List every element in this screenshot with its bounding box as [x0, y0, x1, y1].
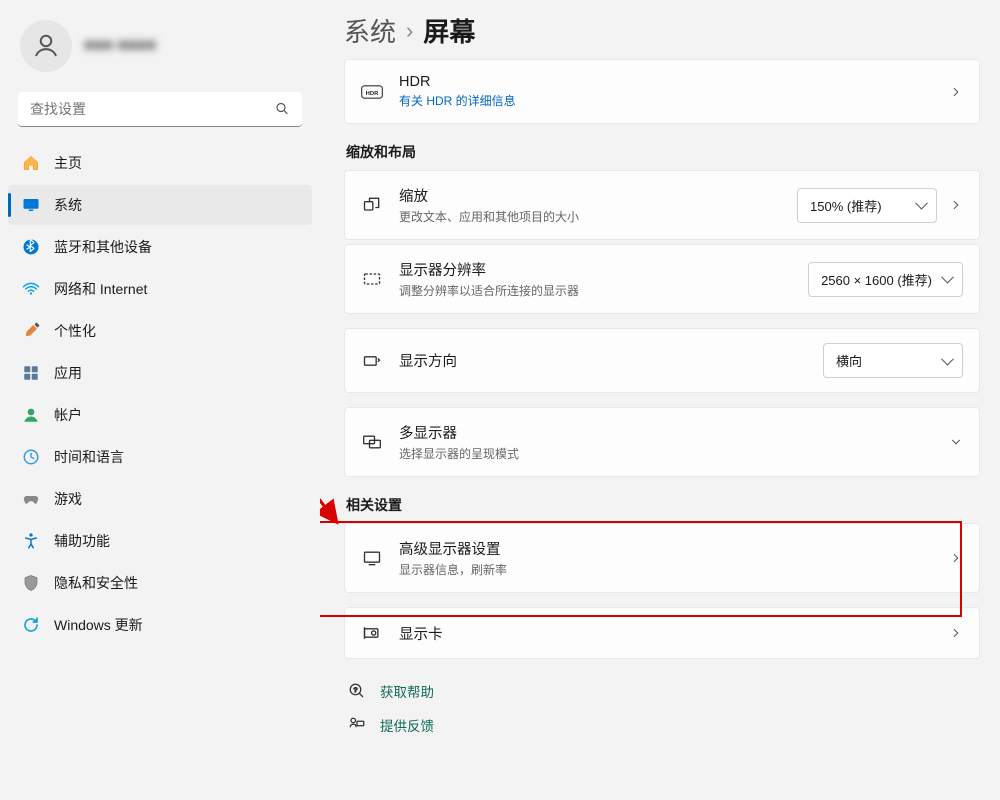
link-feedback[interactable]: 提供反馈: [348, 715, 980, 735]
nav-accounts[interactable]: 帐户: [8, 395, 312, 435]
main-content: 系统 › 屏幕 HDR HDR 有关 HDR 的详细信息 缩放和布局 缩放 更改…: [320, 0, 1000, 800]
gaming-icon: [22, 490, 40, 508]
svg-text:?: ?: [354, 687, 358, 694]
nav-label: 主页: [54, 153, 82, 173]
search-input[interactable]: [18, 92, 302, 127]
breadcrumb-parent[interactable]: 系统: [344, 12, 396, 49]
svg-text:HDR: HDR: [366, 90, 379, 96]
multi-display-icon: [361, 431, 383, 453]
nav-network[interactable]: 网络和 Internet: [8, 269, 312, 309]
nav-list: 主页 系统 蓝牙和其他设备 网络和 Internet 个性化 应用 帐户 时间: [8, 143, 312, 645]
nav-gaming[interactable]: 游戏: [8, 479, 312, 519]
nav-label: 个性化: [54, 321, 96, 341]
nav-accessibility[interactable]: 辅助功能: [8, 521, 312, 561]
section-related: 相关设置: [346, 495, 980, 515]
orientation-dropdown[interactable]: 横向: [823, 343, 963, 378]
nav-label: 网络和 Internet: [54, 279, 147, 299]
footer-links: ? 获取帮助 提供反馈: [344, 681, 980, 735]
card-orientation[interactable]: 显示方向 横向: [344, 328, 980, 393]
search-icon: [274, 100, 290, 119]
brush-icon: [22, 322, 40, 340]
nav-bluetooth[interactable]: 蓝牙和其他设备: [8, 227, 312, 267]
graphics-icon: [361, 622, 383, 644]
card-title: 显示方向: [399, 350, 807, 371]
system-icon: [22, 196, 40, 214]
card-title: 高级显示器设置: [399, 538, 933, 559]
card-advanced-display[interactable]: 高级显示器设置 显示器信息，刷新率: [344, 523, 980, 593]
link-label: 获取帮助: [380, 681, 434, 701]
feedback-icon: [348, 716, 366, 734]
card-title: 显示器分辨率: [399, 259, 792, 280]
accessibility-icon: [22, 532, 40, 550]
card-title: 缩放: [399, 185, 781, 206]
orientation-icon: [361, 350, 383, 372]
card-multi-display[interactable]: 多显示器 选择显示器的呈现模式: [344, 407, 980, 477]
search-container: [18, 92, 302, 127]
card-graphics[interactable]: 显示卡: [344, 607, 980, 659]
nav-label: 辅助功能: [54, 531, 110, 551]
time-icon: [22, 448, 40, 466]
card-subtitle: 显示器信息，刷新率: [399, 561, 933, 578]
card-title: HDR: [399, 74, 933, 90]
section-scale-layout: 缩放和布局: [346, 142, 980, 162]
chevron-down-icon: [949, 435, 963, 449]
nav-apps[interactable]: 应用: [8, 353, 312, 393]
hdr-icon: HDR: [361, 81, 383, 103]
nav-label: 游戏: [54, 489, 82, 509]
card-subtitle: 选择显示器的呈现模式: [399, 445, 933, 462]
nav-label: 隐私和安全性: [54, 573, 138, 593]
chevron-right-icon: [949, 626, 963, 640]
scale-icon: [361, 194, 383, 216]
breadcrumb-separator: ›: [406, 18, 413, 44]
chevron-right-icon: [949, 85, 963, 99]
wifi-icon: [22, 280, 40, 298]
link-get-help[interactable]: ? 获取帮助: [348, 681, 980, 701]
bluetooth-icon: [22, 238, 40, 256]
link-label: 提供反馈: [380, 715, 434, 735]
chevron-right-icon: [949, 198, 963, 212]
nav-personalization[interactable]: 个性化: [8, 311, 312, 351]
privacy-icon: [22, 574, 40, 592]
scale-dropdown[interactable]: 150% (推荐): [797, 188, 937, 223]
nav-label: 帐户: [54, 405, 82, 425]
resolution-icon: [361, 268, 383, 290]
card-subtitle: 调整分辨率以适合所连接的显示器: [399, 282, 792, 299]
card-scale[interactable]: 缩放 更改文本、应用和其他项目的大小 150% (推荐): [344, 170, 980, 240]
hdr-link[interactable]: 有关 HDR 的详细信息: [399, 92, 933, 109]
nav-time-language[interactable]: 时间和语言: [8, 437, 312, 477]
nav-label: 系统: [54, 195, 82, 215]
monitor-icon: [361, 547, 383, 569]
nav-label: Windows 更新: [54, 615, 143, 635]
breadcrumb-current: 屏幕: [423, 12, 475, 49]
account-icon: [22, 406, 40, 424]
nav-privacy[interactable]: 隐私和安全性: [8, 563, 312, 603]
card-hdr[interactable]: HDR HDR 有关 HDR 的详细信息: [344, 59, 980, 124]
nav-label: 应用: [54, 363, 82, 383]
card-title: 多显示器: [399, 422, 933, 443]
sidebar: ■■■ ■■■■ 主页 系统 蓝牙和其他设备 网络和 Internet 个性化: [0, 0, 320, 800]
chevron-right-icon: [949, 551, 963, 565]
home-icon: [22, 154, 40, 172]
card-resolution[interactable]: 显示器分辨率 调整分辨率以适合所连接的显示器 2560 × 1600 (推荐): [344, 244, 980, 314]
nav-system[interactable]: 系统: [8, 185, 312, 225]
nav-windows-update[interactable]: Windows 更新: [8, 605, 312, 645]
card-subtitle: 更改文本、应用和其他项目的大小: [399, 208, 781, 225]
help-icon: ?: [348, 682, 366, 700]
breadcrumb: 系统 › 屏幕: [344, 12, 980, 49]
user-profile[interactable]: ■■■ ■■■■: [8, 12, 312, 88]
nav-home[interactable]: 主页: [8, 143, 312, 183]
avatar: [20, 20, 72, 72]
nav-label: 蓝牙和其他设备: [54, 237, 152, 257]
card-title: 显示卡: [399, 623, 933, 644]
resolution-dropdown[interactable]: 2560 × 1600 (推荐): [808, 262, 963, 297]
update-icon: [22, 616, 40, 634]
nav-label: 时间和语言: [54, 447, 124, 467]
apps-icon: [22, 364, 40, 382]
user-name: ■■■ ■■■■: [84, 37, 156, 55]
